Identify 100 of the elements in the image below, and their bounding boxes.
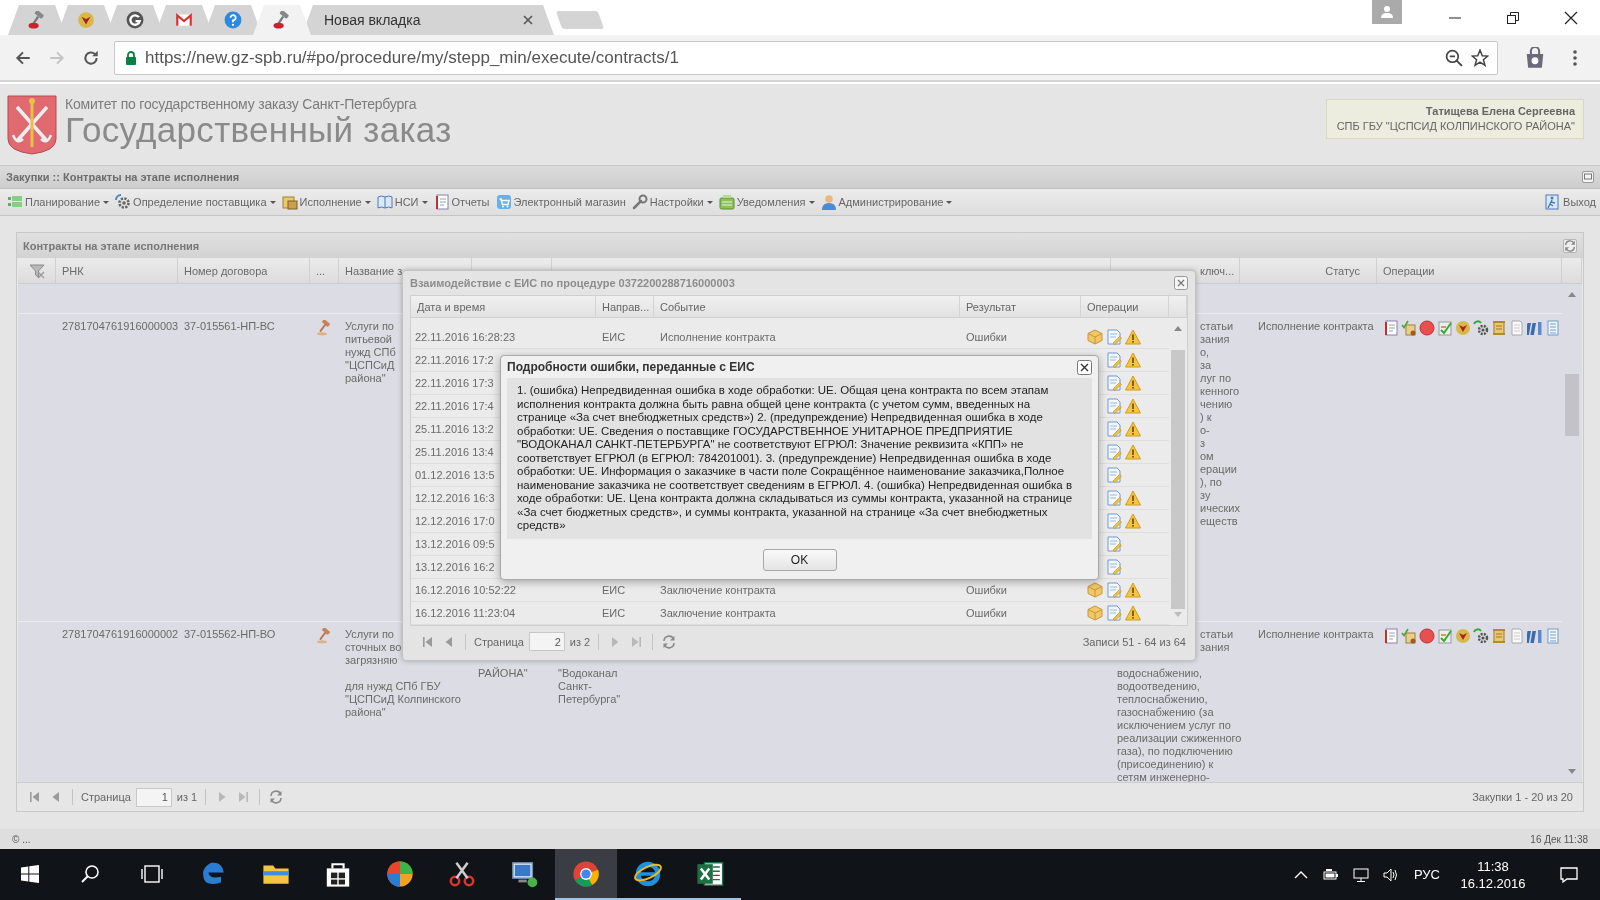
column-header[interactable]: Операции — [1383, 264, 1435, 277]
gavel-icon[interactable] — [316, 320, 332, 336]
document-edit-icon[interactable] — [1106, 398, 1122, 414]
gavel-icon[interactable] — [316, 628, 332, 644]
star-icon[interactable] — [1471, 48, 1489, 67]
column-header[interactable]: Операции — [1087, 300, 1139, 313]
scrollbar-thumb[interactable] — [1565, 374, 1579, 436]
chart-check-icon[interactable] — [1437, 320, 1453, 336]
menu-item[interactable]: Электронный магазин — [492, 192, 629, 212]
document-edit-icon[interactable] — [1106, 444, 1122, 460]
checklist-icon[interactable] — [1401, 320, 1417, 336]
menu-item[interactable]: Настройки — [628, 192, 716, 212]
clock-time: 11:38 — [1477, 857, 1509, 875]
clock[interactable]: 11:38 16.12.2016 — [1448, 849, 1538, 900]
binders-icon[interactable] — [1527, 320, 1543, 336]
language-indicator[interactable]: РУС — [1405, 849, 1448, 900]
menu-item[interactable]: Отчеты — [430, 192, 493, 212]
browser-tab[interactable] — [253, 5, 311, 35]
filter-icon[interactable] — [28, 262, 45, 279]
emblem-icon[interactable] — [1455, 628, 1471, 644]
page-input[interactable]: 1 — [135, 787, 172, 807]
bag-icon[interactable] — [1524, 46, 1546, 69]
document-edit-icon[interactable] — [1106, 329, 1122, 345]
panel-title: Контракты на этапе исполнения — [23, 239, 200, 252]
column-header[interactable]: ключ... — [1200, 264, 1235, 277]
notebook-icon[interactable] — [1383, 628, 1399, 644]
box-icon[interactable] — [1087, 329, 1103, 345]
warning-icon[interactable] — [1125, 329, 1141, 345]
box-icon[interactable] — [1087, 582, 1103, 598]
scroll-up-icon[interactable] — [1173, 324, 1183, 332]
menu-item[interactable]: Планирование — [4, 192, 113, 212]
emblem-icon[interactable] — [1455, 320, 1471, 336]
box-icon[interactable] — [1087, 605, 1103, 621]
notebook-icon[interactable] — [1383, 320, 1399, 336]
column-header[interactable]: Статус — [1325, 264, 1360, 277]
column-header[interactable]: Дата и время — [417, 300, 486, 313]
ok-button[interactable]: OK — [762, 548, 837, 571]
document-edit-icon[interactable] — [1106, 559, 1122, 575]
lock-icon — [125, 50, 137, 65]
refresh-icon[interactable] — [661, 633, 678, 650]
menu-item[interactable]: Администрирование — [817, 192, 956, 212]
menu-item[interactable]: НСИ — [373, 192, 431, 212]
scroll-icon[interactable] — [1491, 320, 1507, 336]
document-edit-icon[interactable] — [1106, 467, 1122, 483]
warning-icon[interactable] — [1125, 513, 1141, 529]
column-header[interactable]: Название з — [345, 264, 403, 277]
warning-icon[interactable] — [1125, 582, 1141, 598]
address-bar[interactable]: https://new.gz-spb.ru/#po/procedure/my/stepp_min/execute/contracts/1 — [114, 40, 1498, 75]
chart-check-icon[interactable] — [1437, 628, 1453, 644]
stop-icon[interactable] — [1419, 320, 1435, 336]
warning-icon[interactable] — [1125, 490, 1141, 506]
document-edit-icon[interactable] — [1106, 605, 1122, 621]
restore-icon[interactable] — [1505, 9, 1521, 26]
warning-icon[interactable] — [1125, 398, 1141, 414]
refresh-icon[interactable] — [1563, 238, 1577, 253]
warning-icon[interactable] — [1125, 352, 1141, 368]
gavel-icon — [273, 11, 291, 29]
close-icon[interactable] — [1077, 359, 1092, 375]
menu-item[interactable]: Уведомления — [715, 192, 818, 212]
battery-icon[interactable] — [1322, 866, 1339, 883]
stop-icon[interactable] — [1419, 628, 1435, 644]
menu-item[interactable]: Исполнение — [278, 192, 374, 212]
scroll-icon[interactable] — [1491, 628, 1507, 644]
column-header[interactable]: Направ... — [602, 300, 650, 313]
column-header[interactable]: Событие — [660, 300, 706, 313]
document-edit-icon[interactable] — [1106, 375, 1122, 391]
reload-icon[interactable] — [82, 48, 100, 67]
document-edit-icon[interactable] — [1106, 582, 1122, 598]
warning-icon[interactable] — [1125, 444, 1141, 460]
page-input[interactable]: 2 — [528, 632, 565, 651]
gear-icon[interactable] — [1473, 320, 1489, 336]
document-edit-icon[interactable] — [1106, 513, 1122, 529]
warning-icon[interactable] — [1125, 421, 1141, 437]
binders-icon[interactable] — [1527, 628, 1543, 644]
logout-button[interactable]: Выход — [1542, 192, 1596, 212]
scrollbar-thumb[interactable] — [1171, 350, 1185, 609]
warning-icon[interactable] — [1125, 605, 1141, 621]
scroll-down-icon[interactable] — [1567, 768, 1577, 776]
column-header[interactable]: ... — [316, 264, 326, 277]
document-edit-icon[interactable] — [1106, 421, 1122, 437]
document-edit-icon[interactable] — [1106, 536, 1122, 552]
column-header[interactable]: Результат — [966, 300, 1017, 313]
scroll-up-icon[interactable] — [1567, 290, 1577, 298]
maximize-icon[interactable] — [1582, 171, 1594, 183]
zoom-out-icon[interactable] — [1445, 48, 1463, 67]
refresh-icon[interactable] — [268, 789, 285, 805]
column-header[interactable]: РНК — [62, 264, 84, 277]
volume-icon[interactable] — [1382, 866, 1399, 883]
network-icon[interactable] — [1352, 866, 1369, 883]
profile-button[interactable] — [1372, 0, 1402, 24]
menu-icon[interactable] — [1572, 48, 1578, 67]
warning-icon[interactable] — [1125, 375, 1141, 391]
column-header[interactable]: Номер договора — [184, 264, 268, 277]
document-edit-icon[interactable] — [1106, 490, 1122, 506]
gear-icon[interactable] — [1473, 628, 1489, 644]
document-edit-icon[interactable] — [1106, 352, 1122, 368]
checklist-icon[interactable] — [1401, 628, 1417, 644]
menu-item[interactable]: Определение поставщика — [112, 192, 279, 212]
close-icon[interactable] — [1563, 9, 1579, 26]
taskbar-button[interactable] — [555, 849, 617, 900]
